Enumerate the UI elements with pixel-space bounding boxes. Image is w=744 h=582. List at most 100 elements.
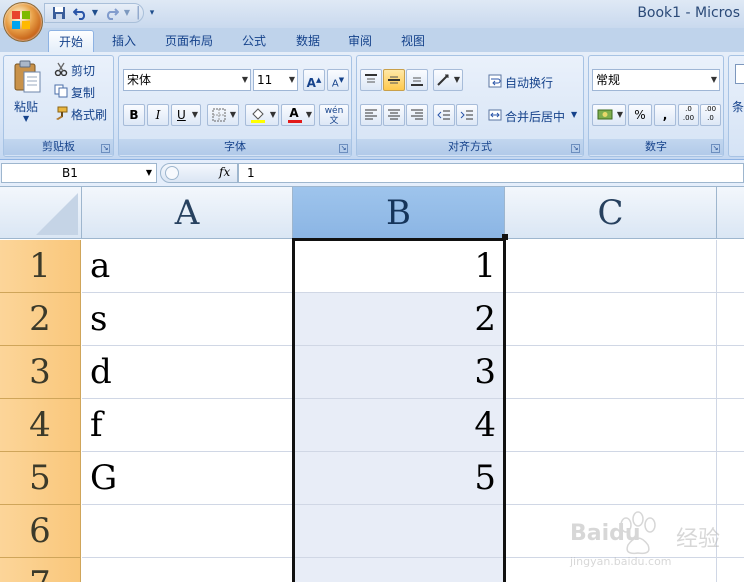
phonetic-button[interactable]: wén 文 [319,104,349,126]
cell-a6[interactable] [82,505,293,558]
clipboard-launcher-icon[interactable]: ↘ [101,144,110,153]
row-header-2[interactable]: 2 [0,293,81,346]
redo-dropdown-icon[interactable]: ▼ [122,4,132,22]
undo-dropdown-icon[interactable]: ▼ [90,4,100,22]
cell-c5[interactable] [505,452,717,505]
paste-dropdown-icon[interactable]: ▼ [23,114,29,123]
column-header-a[interactable]: A [82,187,293,239]
cell-a5[interactable]: G [82,452,293,505]
font-launcher-icon[interactable]: ↘ [339,144,348,153]
expand-formula-icon[interactable] [165,166,179,180]
merge-center-dropdown-icon[interactable]: ▼ [571,110,577,119]
cell-b3[interactable]: 3 [293,346,505,399]
insert-function-button[interactable]: fx [219,165,230,179]
decrease-decimal-button[interactable]: .00 .0 [700,104,721,126]
cell-b6[interactable] [293,505,505,558]
cell-c1[interactable] [505,240,717,293]
undo-icon[interactable] [72,4,88,22]
font-color-button[interactable]: A ▼ [281,104,315,126]
copy-label[interactable]: 复制 [71,84,95,101]
fill-handle[interactable] [502,234,508,240]
borders-dropdown-icon[interactable]: ▼ [230,105,236,125]
conditional-format-label[interactable]: 条 [732,98,744,115]
paste-label[interactable]: 粘贴 [14,98,38,115]
number-format-combobox[interactable]: 常规 ▼ [592,69,720,91]
font-size-combobox[interactable]: 11 ▼ [253,69,298,91]
cell-d2[interactable] [717,293,744,346]
tab-page-layout[interactable]: 页面布局 [158,30,220,53]
row-header-1[interactable]: 1 [0,240,81,293]
number-format-dropdown-icon[interactable]: ▼ [711,70,717,90]
name-box[interactable]: B1 ▼ [1,163,157,183]
cell-b1[interactable]: 1 [293,240,505,293]
font-size-dropdown-icon[interactable]: ▼ [289,70,295,90]
currency-button[interactable]: ▼ [592,104,626,126]
italic-button[interactable]: I [147,104,169,126]
row-header-6[interactable]: 6 [0,505,81,558]
currency-dropdown-icon[interactable]: ▼ [617,105,623,125]
bottom-align-button[interactable] [406,69,428,91]
shrink-font-button[interactable]: A▼ [327,69,349,91]
cell-b2[interactable]: 2 [293,293,505,346]
tab-review[interactable]: 审阅 [340,30,380,53]
tab-view[interactable]: 视图 [393,30,433,53]
cell-b4[interactable]: 4 [293,399,505,452]
formula-input[interactable]: 1 [238,163,744,183]
tab-formulas[interactable]: 公式 [234,30,274,53]
cell-a7[interactable] [82,558,293,582]
increase-decimal-button[interactable]: .0 .00 [678,104,699,126]
alignment-launcher-icon[interactable]: ↘ [571,144,580,153]
cell-a3[interactable]: d [82,346,293,399]
cell-a1[interactable]: a [82,240,293,293]
name-box-dropdown-icon[interactable]: ▼ [146,164,152,182]
number-launcher-icon[interactable]: ↘ [711,144,720,153]
orientation-dropdown-icon[interactable]: ▼ [454,70,460,90]
merge-center-icon[interactable] [488,108,502,122]
cell-d1[interactable] [717,240,744,293]
paste-icon[interactable] [12,60,42,96]
column-header-b[interactable]: B [293,187,505,239]
row-header-3[interactable]: 3 [0,346,81,399]
copy-icon[interactable] [54,84,68,98]
column-header-d[interactable] [717,187,744,239]
redo-icon[interactable] [104,4,120,22]
cell-a2[interactable]: s [82,293,293,346]
cell-b5[interactable]: 5 [293,452,505,505]
tab-data[interactable]: 数据 [288,30,328,53]
align-left-button[interactable] [360,104,382,126]
decrease-indent-button[interactable] [433,104,455,126]
top-align-button[interactable] [360,69,382,91]
bold-button[interactable]: B [123,104,145,126]
tab-insert[interactable]: 插入 [104,30,144,53]
comma-button[interactable]: , [654,104,676,126]
percent-button[interactable]: % [628,104,652,126]
underline-dropdown-icon[interactable]: ▼ [192,105,198,125]
select-all-button[interactable] [0,187,82,239]
cell-c4[interactable] [505,399,717,452]
fill-color-button[interactable]: ▼ [245,104,279,126]
customize-icon[interactable]: ▾ [146,4,158,22]
underline-button[interactable]: U ▼ [171,104,201,126]
cell-a4[interactable]: f [82,399,293,452]
row-header-4[interactable]: 4 [0,399,81,452]
cell-b7[interactable] [293,558,505,582]
cut-icon[interactable] [54,62,68,77]
orientation-button[interactable]: ▼ [433,69,463,91]
fill-color-dropdown-icon[interactable]: ▼ [270,105,276,125]
wrap-text-icon[interactable] [488,74,502,88]
row-header-5[interactable]: 5 [0,452,81,505]
cell-d4[interactable] [717,399,744,452]
wrap-text-button[interactable]: 自动换行 [505,74,553,91]
font-name-dropdown-icon[interactable]: ▼ [242,70,248,90]
cell-c3[interactable] [505,346,717,399]
save-icon[interactable] [50,4,68,22]
format-painter-label[interactable]: 格式刷 [71,106,107,123]
borders-button[interactable]: ▼ [207,104,239,126]
cell-c2[interactable] [505,293,717,346]
align-center-button[interactable] [383,104,405,126]
font-name-combobox[interactable]: 宋体 ▼ [123,69,251,91]
font-color-dropdown-icon[interactable]: ▼ [306,105,312,125]
row-header-7[interactable]: 7 [0,558,81,582]
middle-align-button[interactable] [383,69,405,91]
align-right-button[interactable] [406,104,428,126]
